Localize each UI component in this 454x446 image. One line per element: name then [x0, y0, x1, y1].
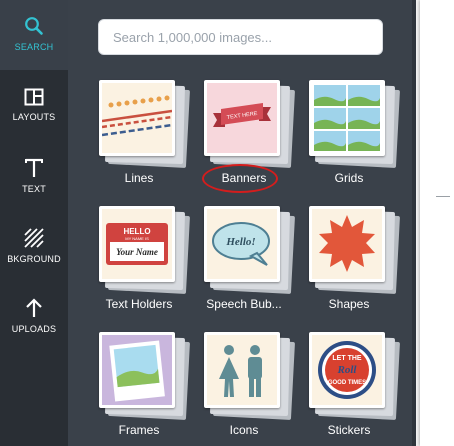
search-input[interactable] [99, 20, 382, 54]
sidebar-item-search[interactable]: SEARCH [0, 0, 68, 70]
sticker-art-bottom: GOOD TIMES [328, 380, 366, 386]
search-box[interactable] [98, 19, 383, 55]
category-tile-stickers[interactable]: LET THE Roll GOOD TIMES Stickers [306, 332, 416, 446]
tile-thumbnail: Hello! [204, 206, 280, 282]
tile-label: Stickers [327, 423, 371, 437]
category-tile-frames[interactable]: Frames [96, 332, 206, 446]
text-holder-icon: HELLO MY NAME IS Your Name [102, 209, 172, 279]
search-bar-area [68, 0, 412, 72]
sticker-art-top: LET THE [332, 355, 361, 362]
text-icon [25, 158, 43, 178]
highlight-circle [202, 164, 278, 193]
sticker-art-middle: Roll [337, 364, 358, 376]
speech-bubble-art-text: Hello! [225, 236, 255, 248]
frame-icon [102, 335, 172, 405]
category-tile-text-holders[interactable]: HELLO MY NAME IS Your Name Text Holders [96, 206, 206, 326]
tile-label: Speech Bub... [206, 297, 282, 311]
panel-scrollbar[interactable] [412, 0, 416, 446]
background-icon [24, 228, 44, 248]
category-tile-icons[interactable]: Icons [201, 332, 311, 446]
sidebar: SEARCH LAYOUTS TEXT BKGROUND UPLOADS [0, 0, 68, 446]
search-icon [24, 16, 44, 36]
tile-thumbnail: HELLO MY NAME IS Your Name [99, 206, 175, 282]
tile-thumbnail [204, 332, 280, 408]
tile-label: Grids [334, 171, 364, 185]
tile-thumbnail [309, 206, 385, 282]
tile-label: Icons [229, 423, 259, 437]
sidebar-item-label: BKGROUND [7, 254, 61, 264]
sidebar-item-label: TEXT [22, 184, 46, 194]
category-tile-shapes[interactable]: Shapes [306, 206, 416, 326]
tile-thumbnail [309, 80, 385, 156]
sidebar-item-background[interactable]: BKGROUND [0, 228, 68, 278]
sidebar-item-label: UPLOADS [11, 324, 57, 334]
tile-thumbnail: TEXT HERE [204, 80, 280, 156]
sidebar-item-uploads[interactable]: UPLOADS [0, 298, 68, 348]
banner-icon: TEXT HERE [207, 83, 277, 153]
sidebar-item-layouts[interactable]: LAYOUTS [0, 88, 68, 138]
design-page[interactable] [420, 0, 454, 446]
category-tile-lines[interactable]: Lines [96, 80, 206, 200]
sidebar-item-text[interactable]: TEXT [0, 158, 68, 208]
people-icon [207, 335, 277, 405]
element-panel: Lines TEXT HERE Banners [68, 0, 412, 446]
tile-thumbnail [99, 80, 175, 156]
upload-icon [25, 298, 43, 318]
text-holder-art-hello: HELLO [123, 227, 150, 236]
speech-bubble-icon: Hello! [207, 209, 277, 279]
tile-thumbnail: LET THE Roll GOOD TIMES [309, 332, 385, 408]
tile-label: Text Holders [105, 297, 173, 311]
page-guide-mark [436, 196, 450, 197]
category-tile-grids[interactable]: Grids [306, 80, 416, 200]
grid-icon [312, 83, 382, 153]
tile-label: Lines [124, 171, 154, 185]
sticker-icon: LET THE Roll GOOD TIMES [312, 335, 382, 405]
category-tile-speech-bubbles[interactable]: Hello! Speech Bub... [201, 206, 311, 326]
tile-label: Shapes [328, 297, 370, 311]
tile-thumbnail [99, 332, 175, 408]
shape-icon [312, 209, 382, 279]
tile-label: Frames [118, 423, 160, 437]
sidebar-item-label: LAYOUTS [12, 112, 56, 122]
text-holder-art-name: Your Name [116, 247, 158, 257]
lines-icon [102, 83, 172, 153]
text-holder-art-subtitle: MY NAME IS [125, 236, 149, 241]
layouts-icon [24, 88, 44, 106]
sidebar-item-label: SEARCH [14, 42, 54, 52]
